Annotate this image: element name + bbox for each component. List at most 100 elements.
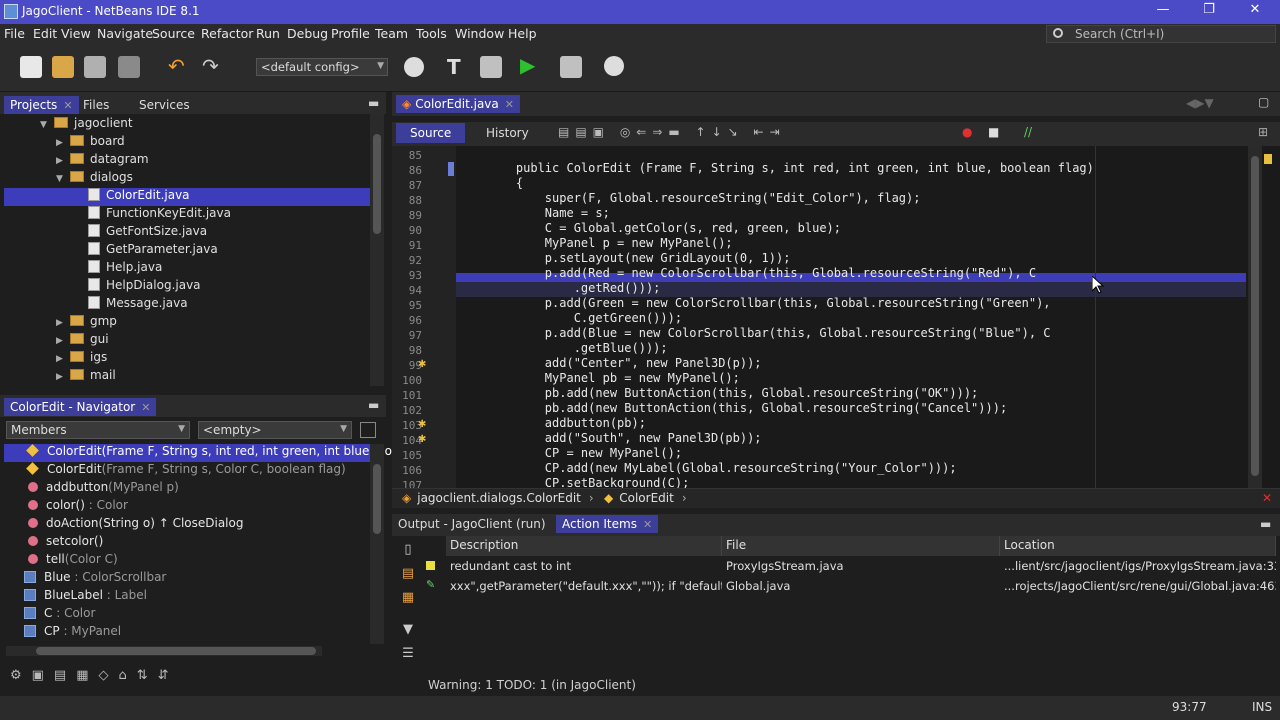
tree-item-functionkeyedit-java[interactable]: FunctionKeyEdit.java	[88, 206, 231, 224]
member-addbutton[interactable]: addbutton(MyPanel p)	[4, 480, 179, 498]
minimize-button[interactable]: —	[1152, 2, 1174, 20]
table-cell-file[interactable]: ProxyIgsStream.java	[722, 557, 1000, 577]
profile-icon[interactable]	[604, 56, 624, 76]
menu-help[interactable]: Help	[508, 26, 537, 41]
folder-icon[interactable]: ▤	[396, 562, 420, 586]
open-project-icon[interactable]	[84, 56, 106, 78]
menu-run[interactable]: Run	[256, 26, 280, 41]
table-cell-location[interactable]: ...rojects/JagoClient/src/rene/gui/Globa…	[1000, 577, 1276, 597]
breadcrumb-constructor[interactable]: ◆ ColorEdit ›	[604, 491, 687, 505]
breadcrumb-class[interactable]: ◈ jagoclient.dialogs.ColorEdit ›	[402, 491, 594, 505]
tree-item-getfontsize-java[interactable]: GetFontSize.java	[88, 224, 207, 242]
member-constructor-2[interactable]: ColorEdit(Frame F, String s, Color C, bo…	[4, 462, 346, 480]
group-icon[interactable]: ☰	[396, 642, 420, 666]
hint-bulb-icon[interactable]: ✱	[418, 359, 426, 370]
restore-button[interactable]: ❐	[1198, 2, 1220, 20]
stop-macro-icon[interactable]: ■	[988, 125, 999, 139]
tab-files[interactable]: Files	[83, 98, 109, 112]
minimize-panel-icon[interactable]: ▬	[368, 96, 379, 110]
clean-build-icon[interactable]	[480, 56, 502, 78]
editor-nav-icons[interactable]: ◀▶▼	[1186, 96, 1214, 110]
hint-bulb-icon[interactable]: ✱	[418, 419, 426, 430]
menu-file[interactable]: File	[4, 26, 25, 41]
member-constructor-1[interactable]: ColorEdit(Frame F, String s, int red, in…	[4, 444, 410, 462]
code-editor[interactable]: 85 86 87 88 89 90 91 92 93 94 95 96 97 9…	[392, 146, 1280, 488]
member-blue[interactable]: Blue : ColorScrollbar	[4, 570, 166, 588]
undo-icon[interactable]: ↶	[168, 54, 185, 78]
scope-select[interactable]: <empty> ▼	[198, 421, 352, 439]
new-project-icon[interactable]	[52, 56, 74, 78]
tree-item-getparameter-java[interactable]: GetParameter.java	[88, 242, 218, 260]
close-breadcrumb-icon[interactable]: ✕	[1262, 491, 1272, 505]
member-c[interactable]: C : Color	[4, 606, 95, 624]
tab-action-items[interactable]: Action Items ✕	[556, 515, 659, 533]
navigator-filter-icons[interactable]: ⚙▣▤▦◇⌂⇅⇵	[10, 668, 220, 688]
file-icon[interactable]: ▯	[396, 538, 420, 562]
tab-source[interactable]: Source	[396, 123, 466, 143]
tree-item-board[interactable]: ▶ board	[56, 134, 125, 152]
tree-item-message-java[interactable]: Message.java	[88, 296, 188, 314]
editor-scrollbar[interactable]	[1248, 146, 1262, 488]
tab-coloredit-java[interactable]: ◈ ColorEdit.java ✕	[396, 95, 520, 113]
insert-mode[interactable]: INS	[1252, 700, 1272, 714]
configure-icon[interactable]	[360, 422, 376, 438]
new-file-icon[interactable]	[20, 56, 42, 78]
member-tell[interactable]: tell(Color C)	[4, 552, 118, 570]
project-icon[interactable]: ▦	[396, 586, 420, 610]
close-icon[interactable]: ✕	[505, 98, 514, 111]
column-header-file[interactable]: File	[722, 536, 1000, 556]
tree-item-gui[interactable]: ▶ gui	[56, 332, 109, 350]
table-cell-location[interactable]: ...lient/src/jagoclient/igs/ProxyIgsStre…	[1000, 557, 1276, 577]
configuration-select[interactable]: <default config> ▼	[256, 58, 388, 76]
search-input[interactable]: Search (Ctrl+I)	[1046, 25, 1276, 43]
menu-edit[interactable]: Edit	[33, 26, 57, 41]
menu-view[interactable]: View	[61, 26, 91, 41]
table-cell-file[interactable]: Global.java	[722, 577, 1000, 597]
navigator-scrollbar[interactable]	[370, 444, 384, 644]
table-cell-description[interactable]: xxx",getParameter("default.xxx","")); if…	[446, 577, 722, 597]
menu-tools[interactable]: Tools	[416, 26, 447, 41]
close-icon[interactable]: ✕	[643, 518, 652, 531]
member-color[interactable]: color() : Color	[4, 498, 128, 516]
menu-window[interactable]: Window	[455, 26, 504, 41]
error-stripe-marker[interactable]	[1264, 154, 1272, 164]
tree-item-jagoclient[interactable]: ▼ jagoclient	[40, 116, 133, 134]
close-window-button[interactable]: ✕	[1244, 2, 1266, 20]
menu-refactor[interactable]: Refactor	[201, 26, 253, 41]
members-filter-select[interactable]: Members ▼	[6, 421, 190, 439]
tree-item-igs[interactable]: ▶ igs	[56, 350, 107, 368]
tab-history[interactable]: History	[486, 126, 529, 140]
tree-item-mail[interactable]: ▶ mail	[56, 368, 116, 386]
comment-icon[interactable]: //	[1024, 125, 1032, 139]
menu-profile[interactable]: Profile	[331, 26, 370, 41]
menu-debug[interactable]: Debug	[287, 26, 328, 41]
debug-icon[interactable]	[560, 56, 582, 78]
tab-projects[interactable]: Projects ✕	[4, 96, 79, 114]
tree-item-help-java[interactable]: Help.java	[88, 260, 162, 278]
bookmark-marker[interactable]	[448, 162, 454, 176]
split-editor-icon[interactable]: ⊞	[1258, 125, 1268, 139]
tab-navigator[interactable]: ColorEdit - Navigator ✕	[4, 398, 157, 416]
projects-scrollbar[interactable]	[370, 114, 384, 386]
member-bluelabel[interactable]: BlueLabel : Label	[4, 588, 147, 606]
tree-item-coloredit-java[interactable]: ColorEdit.java	[4, 188, 370, 206]
tree-item-datagram[interactable]: ▶ datagram	[56, 152, 149, 170]
table-cell-description[interactable]: redundant cast to int	[446, 557, 722, 577]
navigator-hscrollbar[interactable]	[6, 646, 322, 656]
menu-navigate[interactable]: Navigate	[97, 26, 153, 41]
minimize-panel-icon[interactable]: ▬	[368, 398, 379, 412]
close-icon[interactable]: ✕	[141, 401, 150, 414]
editor-action-icons[interactable]: ▤▤▣ ◎⇐⇒▬ ↑↓↘ ⇤⇥	[558, 125, 786, 139]
tree-item-helpdialog-java[interactable]: HelpDialog.java	[88, 278, 201, 296]
member-doaction[interactable]: doAction(String o) ↑ CloseDialog	[4, 516, 243, 534]
tab-services[interactable]: Services	[139, 98, 190, 112]
redo-icon[interactable]: ↷	[202, 54, 219, 78]
save-all-icon[interactable]	[118, 56, 140, 78]
filter-icon[interactable]: ▼	[396, 618, 420, 642]
column-header-description[interactable]: Description	[446, 536, 722, 556]
column-header-location[interactable]: Location	[1000, 536, 1276, 556]
menu-team[interactable]: Team	[375, 26, 408, 41]
member-cp[interactable]: CP : MyPanel	[4, 624, 121, 642]
record-macro-icon[interactable]: ●	[962, 125, 972, 139]
menu-source[interactable]: Source	[152, 26, 195, 41]
